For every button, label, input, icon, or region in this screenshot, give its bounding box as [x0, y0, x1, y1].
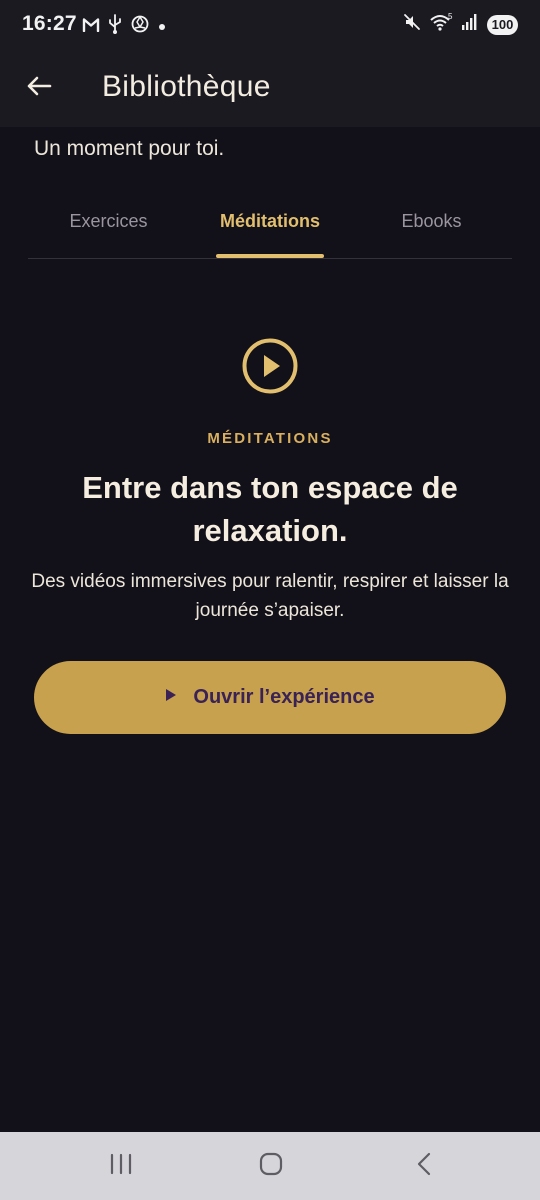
gmail-icon — [82, 17, 100, 37]
recents-button[interactable] — [93, 1146, 149, 1186]
system-back-button[interactable] — [396, 1146, 452, 1186]
tab-exercices[interactable]: Exercices — [28, 190, 189, 258]
active-tab-indicator — [216, 254, 324, 258]
status-left-icons — [82, 14, 166, 39]
svg-text:5: 5 — [448, 13, 453, 21]
app-bar: Bibliothèque — [0, 55, 540, 121]
status-bar: 16:27 5 100 — [0, 0, 540, 50]
recents-icon — [109, 1153, 133, 1180]
tab-meditations[interactable]: Méditations — [189, 190, 351, 258]
open-experience-button[interactable]: Ouvrir l’expérience — [34, 661, 506, 734]
page-title: Bibliothèque — [102, 70, 271, 103]
page-subtitle: Un moment pour toi. — [34, 137, 225, 160]
section-eyebrow: MÉDITATIONS — [207, 430, 333, 447]
hero-description: Des vidéos immersives pour ralentir, res… — [31, 571, 509, 621]
signal-icon — [461, 13, 479, 36]
arrow-left-icon — [26, 75, 52, 102]
status-time: 16:27 — [22, 12, 77, 35]
chatgpt-icon — [130, 14, 150, 39]
hero-headline: Entre dans ton espace de relaxation. — [82, 470, 458, 548]
system-navigation-bar — [0, 1132, 540, 1200]
mute-icon — [403, 13, 421, 36]
home-button[interactable] — [243, 1146, 299, 1186]
open-experience-label: Ouvrir l’expérience — [193, 686, 375, 708]
usb-icon — [108, 14, 122, 39]
play-circle-icon — [241, 337, 299, 395]
top-app-bar: 16:27 5 100 Bibliothèque — [0, 0, 540, 127]
dot-icon — [158, 18, 166, 36]
back-icon — [415, 1151, 433, 1182]
status-right-icons: 5 100 — [403, 12, 518, 36]
back-button[interactable] — [16, 65, 62, 111]
home-icon — [258, 1151, 284, 1182]
play-icon — [165, 688, 177, 707]
tab-bar: Exercices Méditations Ebooks — [28, 190, 512, 259]
tab-ebooks[interactable]: Ebooks — [351, 190, 512, 258]
battery-icon: 100 — [487, 14, 518, 35]
wifi-icon: 5 — [429, 12, 453, 36]
